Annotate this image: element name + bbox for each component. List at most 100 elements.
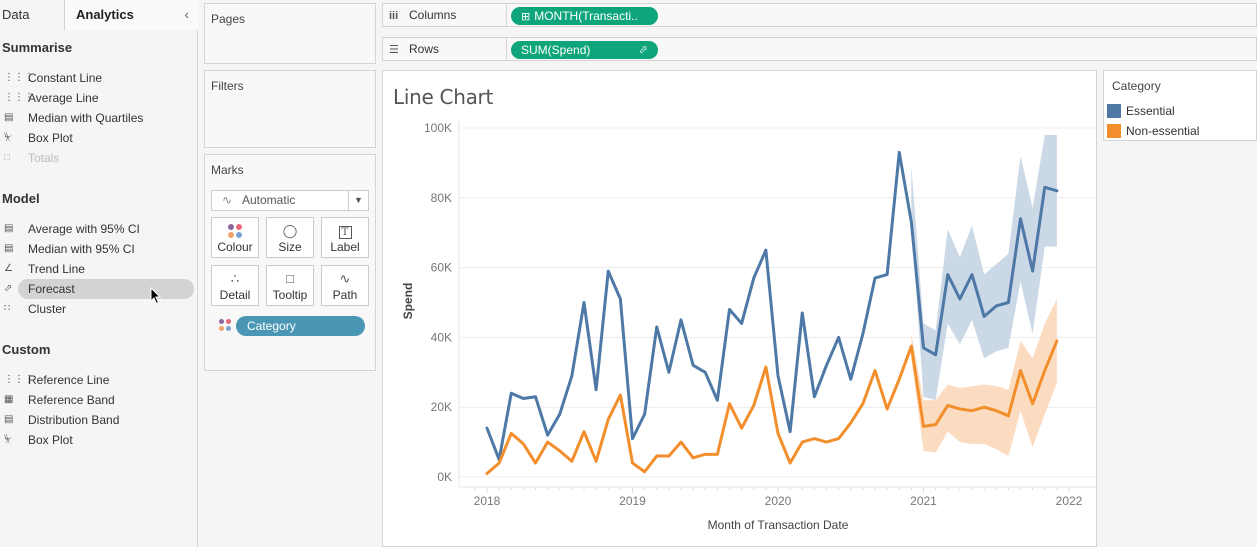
category-legend: Category Essential Non-essential	[1103, 70, 1257, 141]
expand-plus-icon[interactable]: ⊞	[521, 11, 530, 23]
marks-button-label: Tooltip	[272, 288, 308, 302]
analytics-item-label: Box Plot	[28, 433, 73, 447]
section-title-model: Model	[2, 191, 40, 206]
analytics-item-box-plot[interactable]: ⏧ Box Plot	[0, 430, 194, 450]
analytics-item-label: Box Plot	[28, 131, 73, 145]
detail-icon: ∴	[230, 271, 240, 286]
legend-swatch	[1107, 124, 1121, 138]
worksheet-view: Line Chart 0K 20K 40K 60K 80K 100K 2018 2019 202…	[382, 70, 1097, 547]
marks-button-label: Colour	[217, 240, 253, 254]
size-icon: ◯	[282, 223, 298, 238]
pages-title: Pages	[211, 12, 246, 26]
pane-tabs: Data Analytics ‹	[0, 0, 198, 30]
marks-button-label: Detail	[219, 288, 251, 302]
marks-detail-button[interactable]: ∴ Detail	[211, 265, 259, 306]
section-title-custom: Custom	[2, 342, 51, 357]
analytics-item-label: Trend Line	[28, 262, 85, 276]
distribution-band-icon: ▤	[4, 223, 14, 234]
tab-analytics[interactable]: Analytics	[65, 0, 198, 30]
legend-item-non-essential[interactable]: Non-essential	[1104, 121, 1256, 141]
marks-button-label: Path	[332, 288, 358, 302]
analytics-item-label: Reference Line	[28, 373, 110, 387]
marks-tooltip-button[interactable]: □ Tooltip	[266, 265, 314, 306]
section-title-summarise: Summarise	[2, 40, 73, 55]
y-tick-label: 100K	[424, 121, 452, 135]
mark-type-value: Automatic	[242, 193, 296, 207]
box-plot-icon: ⏧	[4, 434, 12, 445]
analytics-item-label: Constant Line	[28, 71, 103, 85]
columns-icon: iii	[389, 10, 399, 22]
chevron-down-icon[interactable]: ▼	[348, 191, 368, 210]
analytics-item-reference-line[interactable]: ⋮⋮⋮ Reference Line	[0, 370, 194, 390]
month-transaction-pill[interactable]: ⊞ MONTH(Transacti..	[511, 7, 658, 25]
sum-spend-pill[interactable]: SUM(Spend) ⬀	[511, 41, 658, 59]
analytics-item-average-line[interactable]: ⋮⋮⋮ Average Line	[0, 88, 194, 108]
distribution-band-icon: ▤	[4, 414, 14, 425]
analytics-item-label: Totals	[28, 151, 60, 165]
y-tick-label: 80K	[431, 191, 452, 205]
reference-line-icon: ⋮⋮⋮	[4, 374, 34, 385]
analytics-item-label: Median with Quartiles	[28, 111, 144, 125]
analytics-item-constant-line[interactable]: ⋮⋮⋮ Constant Line	[0, 68, 194, 88]
analytics-item-trend-line[interactable]: ∠ Trend Line	[0, 259, 194, 279]
filters-title: Filters	[211, 79, 244, 93]
legend-label: Non-essential	[1126, 124, 1200, 138]
chevron-left-icon[interactable]: ‹	[184, 6, 189, 22]
legend-item-essential[interactable]: Essential	[1104, 101, 1256, 121]
x-tick-label: 2019	[619, 494, 646, 508]
analytics-item-distribution-band[interactable]: ▤ Distribution Band	[0, 410, 194, 430]
marks-label-button[interactable]: T Label	[321, 217, 369, 258]
y-tick-label: 20K	[431, 400, 452, 414]
y-tick-label: 60K	[431, 261, 452, 275]
marks-title: Marks	[211, 163, 244, 177]
analytics-item-reference-band[interactable]: ▦ Reference Band	[0, 390, 194, 410]
analytics-item-label: Average Line	[28, 91, 99, 105]
analytics-item-label: Median with 95% CI	[28, 242, 135, 256]
tab-data[interactable]: Data	[0, 0, 65, 30]
x-tick-label: 2018	[474, 494, 501, 508]
pages-card[interactable]: Pages	[204, 3, 376, 64]
totals-icon: □	[4, 152, 11, 163]
colour-encoding-icon	[219, 319, 233, 333]
y-axis-title: Spend	[401, 283, 415, 320]
analytics-item-median-with-95-ci[interactable]: ▤ Median with 95% CI	[0, 239, 194, 259]
tooltip-icon: □	[286, 271, 294, 286]
columns-shelf: iii Columns ⊞ MONTH(Transacti..	[382, 3, 1257, 27]
distribution-band-icon: ▤	[4, 243, 14, 254]
colour-icon	[212, 218, 258, 240]
x-tick-label: 2021	[910, 494, 937, 508]
mouse-cursor-icon	[150, 287, 162, 305]
path-icon: ∿	[339, 271, 351, 286]
analytics-item-forecast[interactable]: ⬀ Forecast	[0, 279, 194, 299]
box-plot-icon: ⏧	[4, 132, 12, 143]
marks-path-button[interactable]: ∿ Path	[321, 265, 369, 306]
analytics-item-label: Forecast	[28, 282, 75, 296]
forecast-icon: ⬀	[4, 283, 13, 294]
analytics-item-average-with-95-ci[interactable]: ▤ Average with 95% CI	[0, 219, 194, 239]
x-tick-label: 2022	[1056, 494, 1083, 508]
analytics-item-cluster[interactable]: ∷ Cluster	[0, 299, 194, 319]
analytics-item-totals: □ Totals	[0, 148, 194, 168]
category-pill[interactable]: Category	[236, 316, 365, 336]
reference-line-icon: ⋮⋮⋮	[4, 72, 34, 83]
x-tick-label: 2020	[765, 494, 792, 508]
marks-card: Marks ∿ Automatic ▼ Colour ◯ Size T Label ∴ De…	[204, 154, 376, 371]
y-tick-label: 40K	[431, 330, 452, 344]
reference-line-icon: ⋮⋮⋮	[4, 92, 34, 103]
line-chart[interactable]: 0K 20K 40K 60K 80K 100K 2018 2019 2020 2021 2022 Mo…	[383, 71, 1096, 546]
marks-size-button[interactable]: ◯ Size	[266, 217, 314, 258]
marks-button-label: Label	[330, 240, 360, 254]
analytics-item-median-with-quartiles[interactable]: ▤ Median with Quartiles	[0, 108, 194, 128]
legend-label: Essential	[1126, 104, 1175, 118]
reference-band-icon: ▦	[4, 394, 14, 405]
x-axis-title: Month of Transaction Date	[708, 518, 849, 532]
analytics-item-label: Average with 95% CI	[28, 222, 140, 236]
label-icon: T	[322, 218, 368, 240]
mark-type-dropdown[interactable]: ∿ Automatic ▼	[211, 190, 369, 211]
analytics-item-box-plot[interactable]: ⏧ Box Plot	[0, 128, 194, 148]
trend-line-icon: ∠	[4, 263, 13, 274]
columns-shelf-label: iii Columns	[389, 4, 507, 26]
marks-colour-button[interactable]: Colour	[211, 217, 259, 258]
filters-card[interactable]: Filters	[204, 70, 376, 148]
legend-title: Category	[1112, 79, 1161, 93]
